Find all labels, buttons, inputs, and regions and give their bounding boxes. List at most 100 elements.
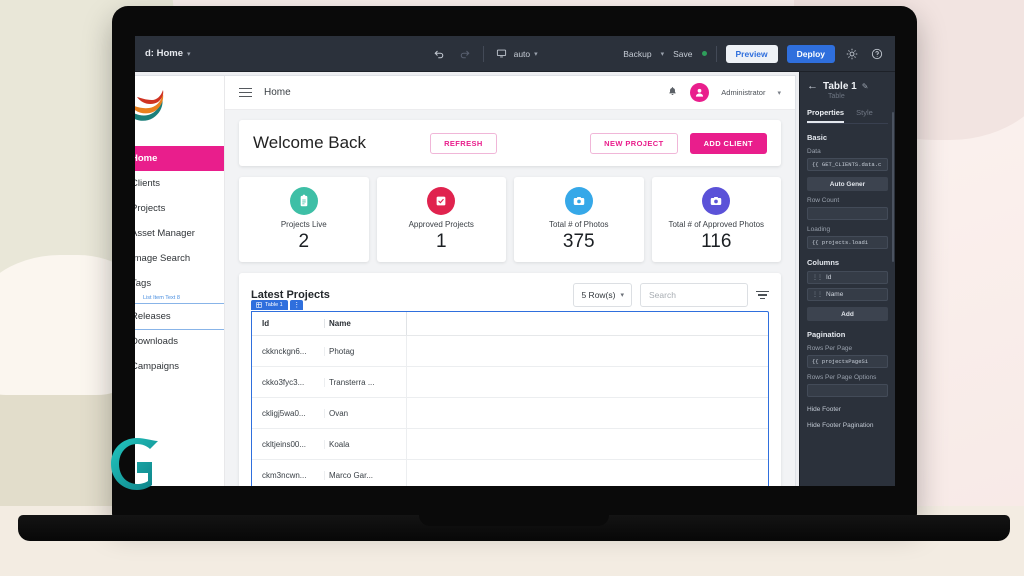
add-column-button[interactable]: Add — [807, 307, 888, 321]
backup-button[interactable]: Backup — [623, 49, 651, 59]
welcome-title: Welcome Back — [253, 133, 367, 152]
table-row[interactable]: ckm3ncwn... Marco Gar... — [252, 460, 768, 486]
data-field-label: Data — [807, 148, 821, 155]
app-header: Home Administrator ▾ — [225, 76, 795, 110]
builder-body: Home Clients Projects Asse — [135, 72, 895, 486]
tab-properties[interactable]: Properties — [807, 108, 845, 123]
help-circle-icon[interactable] — [869, 46, 885, 62]
table-row[interactable]: ckknckgn6... Photag — [252, 336, 768, 367]
chevron-down-icon: ▾ — [534, 50, 538, 58]
search-input[interactable] — [649, 290, 739, 300]
pencil-icon[interactable]: ✎ — [862, 82, 869, 91]
sun-icon[interactable] — [844, 46, 860, 62]
sidebar-item-projects[interactable]: Projects — [135, 196, 224, 221]
data-field-input[interactable]: {{ GET_CLIENTS.data.c — [807, 158, 888, 171]
sidebar-item-downloads[interactable]: Downloads — [135, 329, 224, 354]
column-item-id[interactable]: ⋮⋮ Id — [807, 271, 888, 284]
widget-selection-badge: Table 1 ⋮ — [251, 300, 303, 310]
brand-swoosh-logo — [135, 82, 224, 142]
sidebar-item-label: Projects — [135, 203, 166, 214]
table-row[interactable]: ckligj5wa0... Ovan — [252, 398, 768, 429]
preview-button[interactable]: Preview — [725, 44, 778, 63]
tab-style[interactable]: Style — [856, 108, 873, 123]
builder-topbar: d: Home ▾ auto ▾ Backup ▾ Save Preview D… — [135, 36, 895, 72]
deploy-button[interactable]: Deploy — [786, 44, 835, 63]
drag-grip-icon[interactable]: ⋮⋮ — [812, 274, 823, 281]
add-client-button[interactable]: ADD CLIENT — [689, 132, 767, 154]
table-widget-icon — [256, 302, 262, 308]
sidebar-selected-widget-wrapper: List Item Text 8 Releases — [135, 295, 224, 330]
sidebar-item-home[interactable]: Home — [135, 146, 224, 171]
cell-name: Marco Gar... — [324, 470, 406, 480]
drag-grip-icon[interactable]: ⋮⋮ — [812, 291, 823, 298]
sidebar-item-label: Tags — [135, 278, 152, 289]
hamburger-menu-icon[interactable] — [239, 87, 252, 98]
rows-per-page-select[interactable]: 5 Row(s) ▾ — [573, 283, 632, 307]
app-preview: Home Clients Projects Asse — [135, 76, 795, 486]
column-header-name[interactable]: Name — [324, 319, 406, 328]
table-row[interactable]: ckko3fyc3... Transterra ... — [252, 367, 768, 398]
stat-value: 1 — [435, 230, 447, 252]
app-name-label: d: Home — [145, 48, 183, 59]
chevron-down-icon[interactable]: ▾ — [777, 89, 781, 97]
notification-bell-icon[interactable] — [667, 86, 678, 100]
property-panel-scrollbar[interactable] — [892, 112, 894, 262]
hide-footer-pagination-toggle[interactable]: Hide Footer Pagination — [807, 422, 888, 429]
toolbar-divider — [715, 45, 717, 62]
hide-footer-toggle[interactable]: Hide Footer — [807, 406, 888, 413]
topbar-app-selector[interactable]: d: Home ▾ — [145, 48, 345, 59]
app-main: Home Administrator ▾ Welcome Back REFRES… — [225, 76, 795, 486]
redo-icon[interactable] — [457, 46, 473, 62]
cell-empty — [406, 460, 768, 486]
chevron-down-icon[interactable]: ▾ — [661, 50, 665, 58]
row-count-input[interactable] — [807, 207, 888, 220]
stat-card-total-approved-photos: Total # of Approved Photos 116 — [651, 177, 781, 262]
check-square-icon — [427, 186, 456, 215]
page-title: Home — [264, 87, 291, 98]
sidebar-item-label: Campaigns — [135, 361, 180, 372]
cell-empty — [406, 398, 768, 428]
laptop-mockup: d: Home ▾ auto ▾ Backup ▾ Save Preview D… — [18, 6, 1010, 541]
cell-name: Photag — [324, 346, 406, 356]
laptop-screen: d: Home ▾ auto ▾ Backup ▾ Save Preview D… — [135, 36, 895, 486]
cell-name: Ovan — [324, 408, 406, 418]
new-project-button[interactable]: NEW PROJECT — [590, 132, 678, 154]
table-card-header: Latest Projects 5 Row(s) ▾ — [251, 281, 769, 309]
sidebar-item-image-search[interactable]: Image Search — [135, 246, 224, 271]
device-size-selector[interactable]: auto ▾ — [494, 46, 538, 62]
sidebar-item-tags[interactable]: Tags — [135, 271, 224, 296]
brand-swoosh-icon — [135, 90, 164, 121]
undo-icon[interactable] — [431, 46, 447, 62]
widget-name-label: Table 1 — [265, 302, 283, 308]
laptop-base — [18, 515, 1010, 541]
sidebar-item-clients[interactable]: Clients — [135, 171, 224, 196]
avatar[interactable] — [690, 83, 710, 102]
rows-per-page-input[interactable]: {{ projectsPageSi — [807, 355, 888, 368]
auto-generate-button[interactable]: Auto Gener — [807, 177, 888, 191]
arrow-left-icon[interactable]: ← — [807, 80, 818, 92]
sidebar-item-campaigns[interactable]: Campaigns — [135, 354, 224, 379]
sidebar-item-asset-manager[interactable]: Asset Manager — [135, 221, 224, 246]
refresh-button[interactable]: REFRESH — [430, 132, 497, 154]
cell-id: ckligj5wa0... — [262, 408, 306, 418]
laptop-lid: d: Home ▾ auto ▾ Backup ▾ Save Preview D… — [112, 6, 917, 518]
stat-label: Projects Live — [280, 219, 327, 229]
widget-name-badge[interactable]: Table 1 — [251, 300, 288, 310]
rows-per-page-label: Rows Per Page — [807, 345, 853, 352]
user-name-label: Administrator — [721, 88, 766, 97]
laptop-notch — [419, 515, 609, 526]
cell-id: ckltjeins00... — [262, 439, 307, 449]
table-row[interactable]: ckltjeins00... Koala — [252, 429, 768, 460]
camera-icon — [564, 186, 593, 215]
rows-per-page-options-input[interactable] — [807, 384, 888, 397]
sidebar-item-label: Releases — [135, 311, 171, 322]
more-vertical-icon[interactable]: ⋮ — [289, 300, 303, 310]
loading-input[interactable]: {{ projects.loadi — [807, 236, 888, 249]
sidebar-item-releases[interactable]: Releases — [135, 303, 224, 330]
filter-icon[interactable] — [756, 290, 769, 300]
search-box[interactable] — [640, 283, 748, 307]
app-builder: d: Home ▾ auto ▾ Backup ▾ Save Preview D… — [135, 36, 895, 486]
column-item-name[interactable]: ⋮⋮ Name — [807, 288, 888, 301]
save-button[interactable]: Save — [673, 49, 692, 59]
column-header-id[interactable]: Id — [252, 319, 324, 328]
